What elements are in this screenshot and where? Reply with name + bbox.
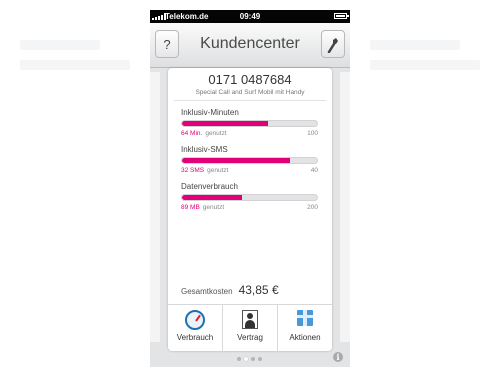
- wrench-icon: [327, 38, 338, 54]
- page-indicator[interactable]: [237, 357, 262, 361]
- phone-screen: Telekom.de 09:49 ? Kundencenter 0171 048…: [150, 10, 350, 367]
- divider: [174, 100, 326, 101]
- usage-sms: Inklusiv-SMS 32 SMS genutzt 40: [181, 145, 318, 175]
- settings-button[interactable]: [321, 30, 345, 58]
- battery-icon: [334, 13, 349, 19]
- tab-aktionen[interactable]: Aktionen: [277, 305, 332, 352]
- background-decor: [370, 40, 460, 50]
- tab-vertrag[interactable]: Vertrag: [222, 305, 277, 352]
- next-card-edge[interactable]: [340, 72, 350, 342]
- total-costs: Gesamtkosten 43,85 €: [181, 281, 321, 299]
- tab-label: Vertrag: [237, 333, 263, 342]
- help-button[interactable]: ?: [155, 30, 179, 58]
- usage-progress-bar: [181, 120, 318, 127]
- usage-progress-bar: [181, 194, 318, 201]
- gift-icon: [297, 310, 313, 326]
- usage-progress-bar: [181, 157, 318, 164]
- gauge-icon: [185, 310, 205, 330]
- navigation-bar: ? Kundencenter: [150, 23, 350, 68]
- page-dot[interactable]: [251, 357, 255, 361]
- usage-title: Inklusiv-SMS: [181, 145, 228, 154]
- background-decor: [20, 60, 130, 70]
- page-title: Kundencenter: [200, 35, 300, 52]
- background-decor: [20, 40, 100, 50]
- account-card: 0171 0487684 Special Call and Surf Mobil…: [168, 68, 332, 352]
- usage-used-suffix: genutzt: [205, 130, 227, 137]
- usage-max-value: 200: [307, 204, 318, 211]
- usage-bar-fill: [182, 158, 290, 163]
- tariff-name: Special Call and Surf Mobil mit Handy: [195, 89, 305, 96]
- usage-bar-fill: [182, 121, 269, 126]
- background-decor: [370, 60, 480, 70]
- phone-number: 0171 0487684: [208, 72, 292, 87]
- info-icon[interactable]: i: [333, 352, 343, 362]
- tab-label: Verbrauch: [176, 333, 214, 342]
- usage-title: Inklusiv-Minuten: [181, 108, 239, 117]
- usage-used-value: 64 Min.: [181, 130, 203, 137]
- tab-label: Aktionen: [289, 333, 321, 342]
- usage-bar-fill: [182, 195, 243, 200]
- usage-used-suffix: genutzt: [207, 167, 229, 174]
- usage-minutes: Inklusiv-Minuten 64 Min. genutzt 100: [181, 108, 318, 138]
- tab-verbrauch[interactable]: Verbrauch: [168, 305, 222, 352]
- usage-used-suffix: genutzt: [202, 204, 225, 211]
- page-dot[interactable]: [258, 357, 262, 361]
- total-value: 43,85 €: [238, 283, 279, 297]
- page-dot[interactable]: [244, 357, 248, 361]
- usage-title: Datenverbrauch: [181, 182, 238, 191]
- usage-used-value: 32 SMS: [181, 167, 205, 174]
- previous-card-edge[interactable]: [150, 72, 160, 342]
- usage-used-value: 89 MB: [181, 204, 200, 211]
- contact-card-icon: [242, 310, 258, 329]
- page-dot[interactable]: [237, 357, 241, 361]
- tab-bar: Verbrauch Vertrag Aktionen: [168, 304, 332, 352]
- status-time: 09:49: [239, 12, 261, 21]
- status-bar: Telekom.de 09:49: [150, 10, 350, 23]
- total-label: Gesamtkosten: [181, 287, 233, 296]
- usage-max-value: 100: [307, 130, 318, 137]
- usage-max-value: 40: [310, 167, 318, 174]
- usage-data: Datenverbrauch 89 MB genutzt 200: [181, 182, 318, 212]
